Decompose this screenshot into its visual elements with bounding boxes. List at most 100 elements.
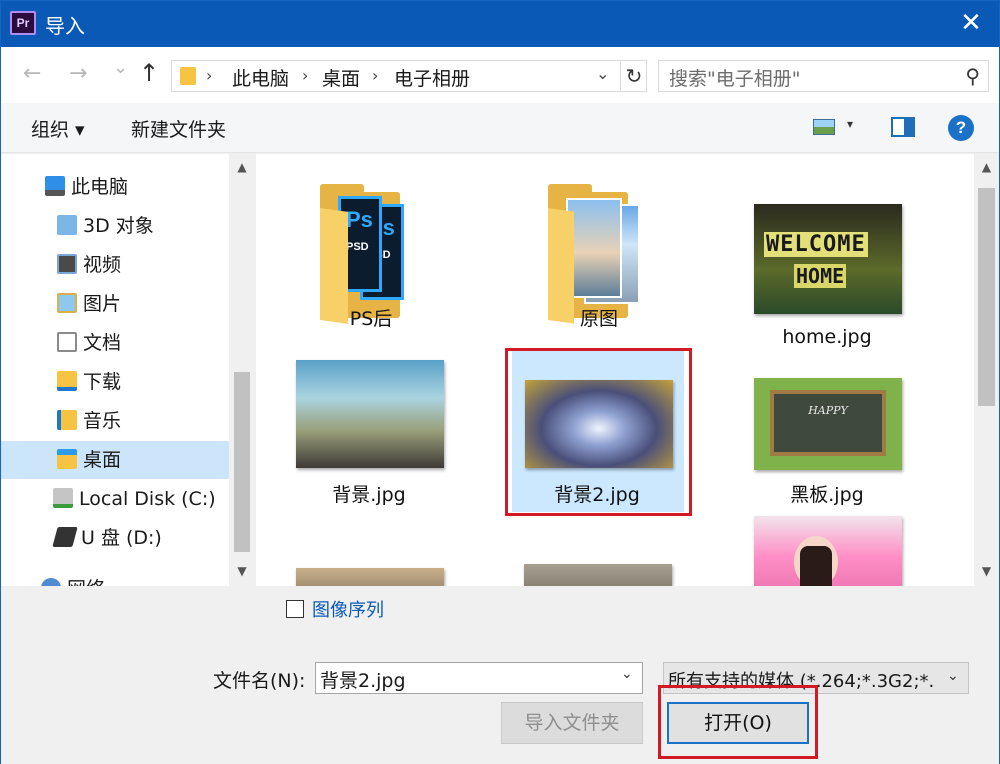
up-arrow-icon[interactable]: ↑ (139, 59, 159, 87)
premiere-app-icon: Pr (10, 11, 36, 35)
nav-item-label: 桌面 (83, 449, 122, 471)
nav-item-this-pc[interactable]: 此电脑 (1, 168, 229, 206)
file-tile-original-folder[interactable]: 原图 (514, 174, 684, 336)
window-title: 导入 (45, 14, 85, 38)
view-icon[interactable] (813, 119, 835, 135)
file-name: 黑板.jpg (790, 484, 864, 506)
3d-objects-icon (57, 215, 77, 235)
file-name: PS后 (349, 308, 393, 330)
filename-label: 文件名(N): (213, 670, 306, 692)
image-thumbnail: HAPPY (754, 378, 902, 470)
nav-item-usb-drive[interactable]: U 盘 (D:) (1, 519, 229, 557)
video-folder-icon (57, 254, 77, 274)
import-folder-button[interactable]: 导入文件夹 (501, 702, 643, 744)
photo-thumbnail (566, 198, 622, 298)
file-name: home.jpg (782, 326, 872, 348)
file-tile[interactable] (512, 554, 682, 586)
computer-icon (45, 176, 65, 196)
search-placeholder: 搜索"电子相册" (669, 68, 801, 90)
nav-scrollbar[interactable]: ▲ ▼ (229, 154, 255, 586)
nav-item-label: Local Disk (C:) (79, 488, 216, 510)
refresh-icon[interactable]: ↻ (620, 61, 647, 91)
nav-item-documents[interactable]: 文档 (1, 324, 229, 362)
chevron-up-icon[interactable]: ▲ (229, 160, 255, 174)
title-bar: Pr 导入 ✕ (1, 1, 999, 47)
nav-item-label: 图片 (83, 293, 122, 315)
chevron-up-icon[interactable]: ▲ (974, 160, 999, 174)
nav-item-label: 音乐 (83, 410, 122, 432)
nav-item-downloads[interactable]: 下载 (1, 363, 229, 401)
nav-item-label: 3D 对象 (83, 215, 154, 237)
chevron-right-icon[interactable]: › (372, 66, 378, 85)
nav-item-pictures[interactable]: 图片 (1, 285, 229, 323)
nav-item-label: 网络 (67, 578, 105, 586)
search-input[interactable]: 搜索"电子相册" ⚲ (658, 60, 989, 92)
chevron-right-icon[interactable]: › (206, 66, 212, 85)
help-icon[interactable]: ? (948, 115, 974, 141)
filename-input[interactable]: 背景2.jpg (315, 662, 643, 694)
downloads-folder-icon (57, 371, 77, 391)
file-tile-ps-folder[interactable]: PsPSD PsPSD PS后 (286, 174, 456, 336)
import-dialog: Pr 导入 ✕ ← → ⌄ ↑ › 此电脑 › 桌面 › 电子相册 ⌄ ↻ 搜索… (0, 0, 1000, 764)
chevron-down-icon[interactable]: ⌄ (947, 668, 959, 684)
chevron-down-icon[interactable]: ⌄ (621, 666, 633, 682)
navigation-pane: 此电脑 3D 对象 视频 图片 文档 下载 音乐 桌面 Local Disk (… (1, 154, 229, 586)
folder-icon (180, 67, 196, 85)
image-thumbnail (524, 564, 672, 586)
address-row: ← → ⌄ ↑ › 此电脑 › 桌面 › 电子相册 ⌄ ↻ 搜索"电子相册" ⚲ (1, 47, 999, 103)
new-folder-button[interactable]: 新建文件夹 (131, 115, 226, 142)
search-icon[interactable]: ⚲ (965, 64, 980, 88)
file-tile[interactable] (284, 554, 454, 586)
nav-item-label: 此电脑 (71, 176, 129, 198)
nav-item-music[interactable]: 音乐 (1, 402, 229, 440)
nav-item-local-disk[interactable]: Local Disk (C:) (1, 480, 229, 518)
usb-drive-icon (52, 527, 78, 547)
chevron-down-icon[interactable]: ▼ (229, 564, 255, 578)
chevron-down-icon[interactable]: ▼ (974, 564, 999, 578)
highlight-box (658, 685, 818, 759)
file-tile-blackboard[interactable]: HAPPY 黑板.jpg (742, 350, 912, 512)
image-thumbnail: WELCOME HOME (754, 204, 902, 314)
desktop-folder-icon (57, 449, 77, 469)
image-thumbnail (296, 568, 444, 586)
nav-item-label: 视频 (83, 254, 122, 276)
file-tile-background[interactable]: 背景.jpg (284, 350, 454, 512)
breadcrumb-album[interactable]: 电子相册 (394, 64, 470, 91)
forward-arrow-icon[interactable]: → (69, 61, 87, 86)
nav-item-network[interactable]: 网络 (1, 570, 229, 586)
chevron-down-icon[interactable]: ▾ (847, 117, 853, 131)
organize-menu-button[interactable]: 组织 ▾ (31, 115, 85, 142)
scrollbar-thumb[interactable] (234, 372, 250, 552)
breadcrumb-this-pc[interactable]: 此电脑 (232, 64, 289, 91)
chevron-right-icon[interactable]: › (302, 66, 308, 85)
address-bar[interactable]: › 此电脑 › 桌面 › 电子相册 ⌄ ↻ (171, 60, 647, 92)
chevron-down-icon[interactable]: ⌄ (596, 64, 609, 83)
local-disk-icon (53, 488, 73, 508)
music-folder-icon (57, 410, 77, 430)
preview-pane-icon[interactable] (891, 117, 915, 137)
highlight-box (505, 348, 692, 516)
nav-item-label: U 盘 (D:) (81, 527, 162, 549)
content-scrollbar[interactable]: ▲ ▼ (974, 154, 999, 586)
pictures-folder-icon (57, 293, 77, 313)
image-sequence-checkbox[interactable] (286, 600, 304, 618)
recent-locations-icon[interactable]: ⌄ (113, 57, 128, 78)
back-arrow-icon[interactable]: ← (23, 61, 41, 86)
image-thumbnail (754, 516, 902, 586)
nav-item-desktop[interactable]: 桌面 (1, 441, 229, 479)
breadcrumb-desktop[interactable]: 桌面 (322, 64, 360, 91)
scrollbar-thumb[interactable] (978, 188, 995, 406)
nav-item-3d-objects[interactable]: 3D 对象 (1, 207, 229, 245)
image-thumbnail (296, 360, 444, 468)
file-tile[interactable] (742, 506, 912, 586)
file-name: 原图 (579, 308, 618, 330)
command-bar: 组织 ▾ 新建文件夹 ▾ ? (1, 103, 999, 153)
documents-folder-icon (57, 332, 77, 352)
image-sequence-label[interactable]: 图像序列 (312, 596, 384, 622)
file-name: 背景.jpg (332, 484, 406, 506)
network-icon (41, 578, 61, 586)
close-button[interactable]: ✕ (943, 1, 999, 47)
file-tile-home[interactable]: WELCOME HOME home.jpg (742, 174, 912, 348)
nav-item-videos[interactable]: 视频 (1, 246, 229, 284)
nav-item-label: 下载 (83, 371, 122, 393)
